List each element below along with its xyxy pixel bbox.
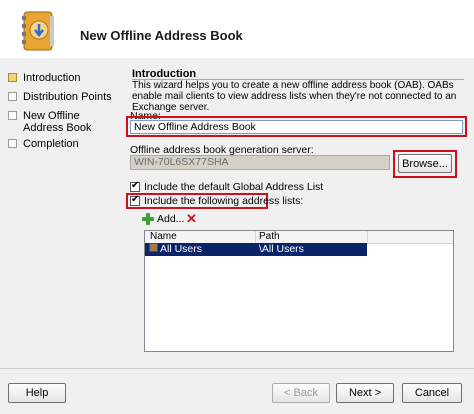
include-lists-checkbox[interactable]	[130, 194, 140, 206]
column-path[interactable]: Path	[259, 231, 280, 243]
column-divider[interactable]	[367, 231, 368, 243]
page-title: New Offline Address Book	[80, 28, 243, 43]
add-label: Add...	[157, 213, 185, 225]
address-list-icon	[149, 243, 158, 252]
nav-item-new-oab[interactable]: New Offline Address Book	[8, 110, 120, 134]
step-icon	[8, 111, 17, 120]
wizard-steps-nav: Introduction Distribution Points New Off…	[0, 58, 122, 368]
column-divider[interactable]	[255, 231, 256, 243]
remove-icon[interactable]: ✕	[186, 212, 197, 225]
browse-button[interactable]: Browse...	[398, 154, 452, 173]
intro-description: This wizard helps you to create a new of…	[132, 80, 457, 113]
cancel-button[interactable]: Cancel	[402, 383, 462, 403]
nav-item-label: New Offline Address Book	[23, 110, 92, 134]
name-input[interactable]: New Offline Address Book	[130, 120, 463, 134]
nav-item-completion[interactable]: Completion	[8, 138, 120, 150]
nav-item-introduction[interactable]: Introduction	[8, 72, 120, 84]
nav-item-label: Completion	[23, 138, 79, 150]
step-icon	[8, 139, 17, 148]
column-name[interactable]: Name	[150, 231, 177, 243]
include-gal-checkbox[interactable]	[130, 180, 140, 192]
back-button[interactable]: < Back	[272, 383, 330, 403]
row-name: All Users	[160, 243, 203, 255]
add-icon	[142, 213, 154, 225]
row-path: \All Users	[259, 243, 304, 255]
wizard-footer: Help < Back Next > Cancel	[0, 368, 474, 414]
step-icon	[8, 92, 17, 101]
include-lists-label: Include the following address lists:	[144, 195, 304, 207]
wizard-content: Introduction This wizard helps you to cr…	[122, 58, 474, 368]
nav-item-label: Introduction	[23, 72, 81, 84]
table-row[interactable]: All Users \All Users	[145, 243, 367, 256]
server-field: WIN-70L6SX77SHA	[130, 155, 390, 170]
nav-item-label: Distribution Points	[23, 91, 112, 103]
nav-item-distribution-points[interactable]: Distribution Points	[8, 91, 120, 103]
add-button[interactable]: Add...	[142, 213, 184, 225]
help-button[interactable]: Help	[8, 383, 66, 403]
step-active-icon	[8, 73, 17, 82]
include-gal-label: Include the default Global Address List	[144, 181, 324, 193]
next-button[interactable]: Next >	[336, 383, 394, 403]
address-list-table[interactable]: Name Path All Users \All Users	[144, 230, 454, 352]
wizard-header: New Offline Address Book	[0, 0, 474, 59]
address-book-icon	[22, 11, 54, 51]
